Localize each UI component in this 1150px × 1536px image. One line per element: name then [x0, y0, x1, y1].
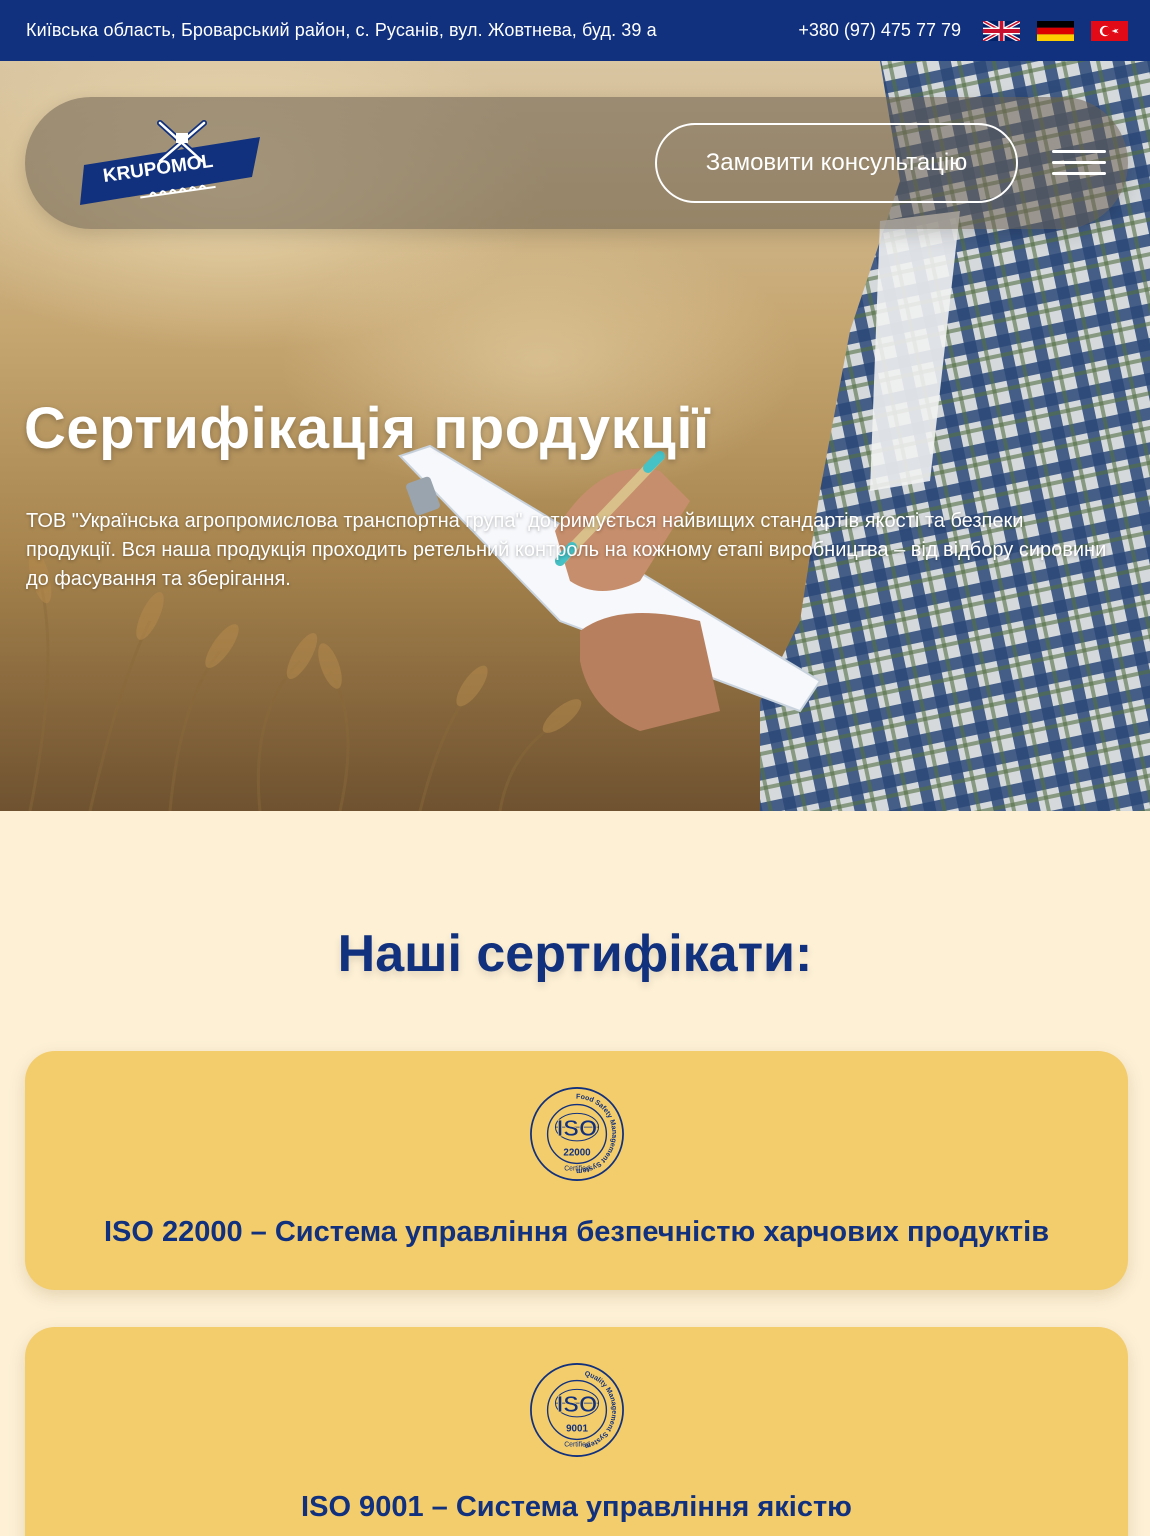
top-bar: Київська область, Броварський район, с. …	[0, 0, 1150, 61]
hero-description: ТОВ "Українська агропромислова транспорт…	[26, 510, 1107, 590]
phone-link[interactable]: +380 (97) 475 77 79	[798, 20, 961, 41]
svg-text:ISO: ISO	[557, 1115, 598, 1141]
certificate-card: Quality Management System ISO 9001 Certi…	[25, 1327, 1128, 1536]
consultation-button[interactable]: Замовити консультацію	[655, 123, 1018, 203]
svg-text:ISO: ISO	[557, 1391, 598, 1417]
flag-uk-icon[interactable]	[983, 20, 1020, 41]
address-text: Київська область, Броварський район, с. …	[26, 20, 657, 40]
flag-germany-icon[interactable]	[1037, 20, 1074, 41]
certificate-title: ISO 22000 – Система управління безпечніс…	[103, 1216, 1050, 1248]
page-title: Сертифікація продукції	[24, 396, 710, 461]
burger-line	[1052, 150, 1106, 153]
certificate-title: ISO 9001 – Система управління якістю	[301, 1491, 852, 1523]
flag-turkey-icon[interactable]	[1091, 20, 1128, 41]
iso-9001-badge-icon: Quality Management System ISO 9001 Certi…	[530, 1363, 624, 1457]
certificate-card: Food Safety Management System ISO 22000 …	[25, 1051, 1128, 1290]
iso-22000-badge-icon: Food Safety Management System ISO 22000 …	[530, 1087, 624, 1181]
burger-line	[1052, 161, 1106, 164]
main-navbar: KRUPOMOL Замовити консультацію	[25, 97, 1128, 229]
svg-text:Certified: Certified	[564, 1165, 590, 1172]
svg-text:Certified: Certified	[564, 1441, 590, 1448]
hero-section: KRUPOMOL Замовити консультацію Сертифіка…	[0, 61, 1150, 811]
svg-text:22000: 22000	[563, 1148, 591, 1159]
svg-text:9001: 9001	[566, 1424, 588, 1435]
language-switcher	[983, 20, 1128, 41]
certificates-title: Наші сертифікати:	[337, 925, 813, 983]
burger-line	[1052, 172, 1106, 175]
krupomol-logo[interactable]: KRUPOMOL	[80, 119, 264, 207]
menu-burger-icon[interactable]	[1052, 150, 1106, 176]
